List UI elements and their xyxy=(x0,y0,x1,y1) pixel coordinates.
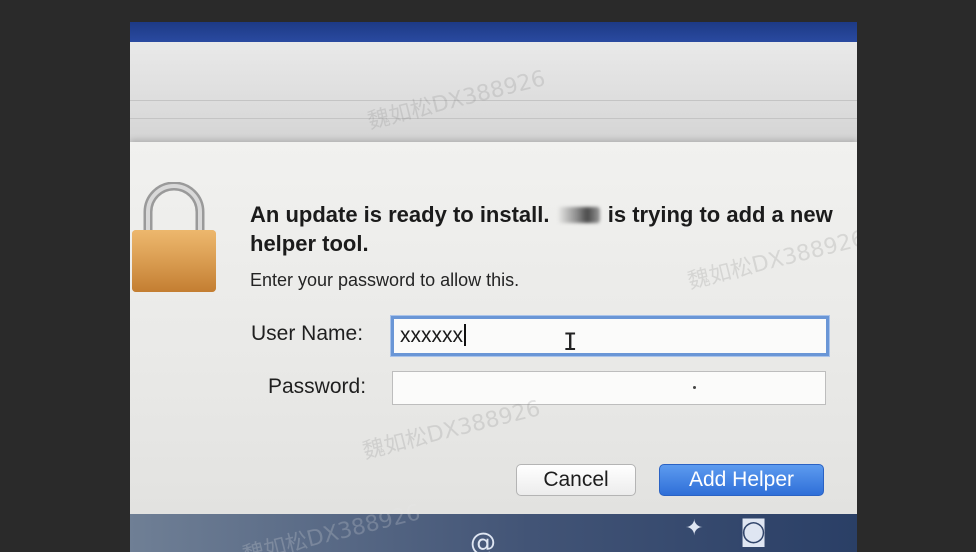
sparkle-icon: ✦ xyxy=(685,516,704,541)
redacted-app-name xyxy=(557,207,600,223)
text-caret xyxy=(464,324,466,346)
username-label: User Name: xyxy=(251,322,364,345)
cancel-button[interactable]: Cancel xyxy=(516,464,636,496)
auth-dialog: An update is ready to install. is trying… xyxy=(130,142,857,514)
dialog-subtitle: Enter your password to allow this. xyxy=(250,270,520,290)
speck xyxy=(693,386,696,389)
text-cursor-icon: I xyxy=(563,328,578,356)
username-field[interactable]: xxxxxx xyxy=(391,316,829,356)
username-value: xxxxxx xyxy=(400,324,463,347)
divider xyxy=(130,118,857,119)
photo-frame: 魏如松DX388926 An update is ready to instal… xyxy=(0,0,976,552)
title-text: An update is ready to install. xyxy=(250,202,550,227)
add-helper-button[interactable]: Add Helper xyxy=(659,464,824,496)
camera-icon: ◙ xyxy=(740,514,768,547)
screen: 魏如松DX388926 An update is ready to instal… xyxy=(130,22,857,552)
password-label: Password: xyxy=(268,375,367,398)
desktop-background: 魏如松DX388926 ✦ ◙ @ xyxy=(130,500,857,552)
password-field[interactable] xyxy=(392,371,826,405)
menu-strip xyxy=(130,22,857,42)
watermark: 魏如松DX388926 xyxy=(365,66,548,135)
at-sign-icon: @ xyxy=(470,528,496,552)
lock-icon xyxy=(132,182,216,292)
